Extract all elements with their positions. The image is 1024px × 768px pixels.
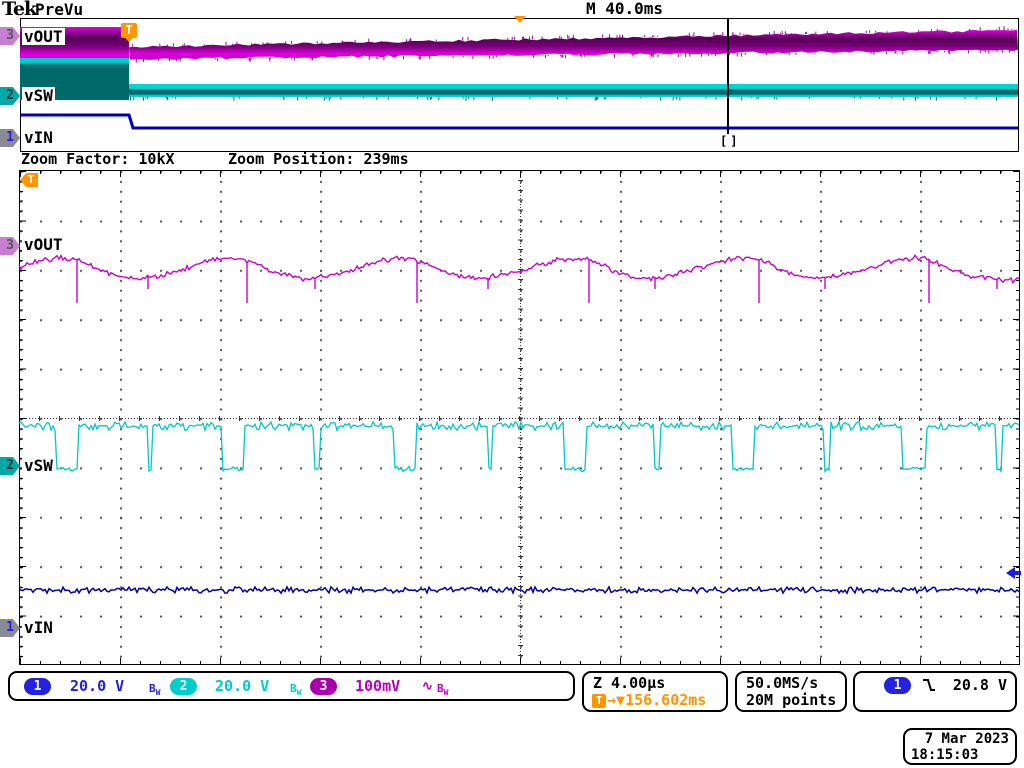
center-horizontal-ticks bbox=[20, 416, 1019, 421]
overview-channel1-marker: 1 bbox=[0, 129, 20, 147]
sample-rate-readout: 50.0MS/s bbox=[746, 675, 818, 692]
main-vsw-label: vSW bbox=[22, 457, 55, 474]
channel2-bandwidth-icon: BW bbox=[290, 680, 301, 701]
time-readout: 18:15:03 bbox=[911, 747, 978, 764]
trigger-level-readout: 20.8 V bbox=[953, 677, 1007, 694]
zoom-scale-readout: Z 4.00µs bbox=[593, 675, 665, 692]
channel2-scale[interactable]: 20.0 V bbox=[215, 678, 269, 695]
overview-channel3-marker: 3 bbox=[0, 27, 20, 45]
main-channel1-marker: 1 bbox=[0, 619, 20, 637]
top-major-ticks bbox=[20, 171, 1019, 177]
channel2-badge[interactable]: 2 bbox=[170, 678, 197, 695]
date-readout: 7 Mar 2023 bbox=[925, 731, 1009, 748]
channel3-bandwidth-icon: BW bbox=[437, 680, 448, 701]
right-major-ticks bbox=[1013, 171, 1019, 664]
oscilloscope-screen: Tek PreVu M 40.0ms 3 vOUT 2 vSW 1 vIN T … bbox=[0, 0, 1024, 768]
main-vout-label: vOUT bbox=[22, 236, 65, 253]
record-overview-panel bbox=[20, 18, 1019, 152]
zoom-scale-box[interactable]: Z 4.00µs T →▼156.602ms bbox=[582, 671, 728, 712]
timebase-readout: M 40.0ms bbox=[586, 0, 663, 18]
overview-vin-label: vIN bbox=[22, 129, 55, 146]
bottom-major-ticks bbox=[20, 658, 1019, 664]
tek-logo: Tek bbox=[2, 0, 36, 20]
datetime-box: 7 Mar 2023 18:15:03 bbox=[903, 728, 1017, 765]
overview-vout-label: vOUT bbox=[22, 28, 65, 45]
overview-channel2-marker: 2 bbox=[0, 87, 20, 105]
record-length-readout: 20M points bbox=[746, 692, 836, 709]
channel3-coupling-icon: ∿ bbox=[422, 678, 433, 695]
trigger-source-badge[interactable]: 1 bbox=[884, 677, 911, 694]
delay-readout: →▼156.602ms bbox=[607, 692, 706, 709]
acquisition-status: PreVu bbox=[35, 0, 83, 19]
overview-vsw-label: vSW bbox=[22, 87, 55, 104]
channel3-scale[interactable]: 100mV bbox=[355, 678, 400, 695]
channel1-bandwidth-icon: BW bbox=[149, 680, 160, 701]
channel1-badge[interactable]: 1 bbox=[24, 678, 51, 695]
trigger-position-icon: T bbox=[121, 23, 137, 38]
trigger-slope-falling-icon bbox=[921, 676, 937, 694]
acquisition-box[interactable]: 50.0MS/s 20M points bbox=[735, 671, 847, 712]
channel3-badge[interactable]: 3 bbox=[310, 678, 337, 695]
expansion-point-icon bbox=[514, 16, 526, 23]
main-graticule bbox=[19, 170, 1020, 665]
zoom-window-bracket: [] bbox=[719, 134, 741, 148]
zoom-window-cursor[interactable] bbox=[727, 19, 729, 140]
zoom-factor-readout: Zoom Factor: 10kX bbox=[21, 150, 175, 168]
zoom-position-readout: Zoom Position: 239ms bbox=[228, 150, 409, 168]
main-channel3-marker: 3 bbox=[0, 237, 20, 255]
trigger-delay-icon: T bbox=[592, 694, 606, 708]
main-vin-label: vIN bbox=[22, 619, 55, 636]
trigger-box[interactable]: 1 20.8 V bbox=[853, 671, 1017, 712]
channel-scales-box[interactable]: 1 20.0 V BW 2 20.0 V BW 3 100mV ∿ BW bbox=[8, 671, 575, 701]
channel1-scale[interactable]: 20.0 V bbox=[70, 678, 124, 695]
main-channel2-marker: 2 bbox=[0, 457, 20, 475]
